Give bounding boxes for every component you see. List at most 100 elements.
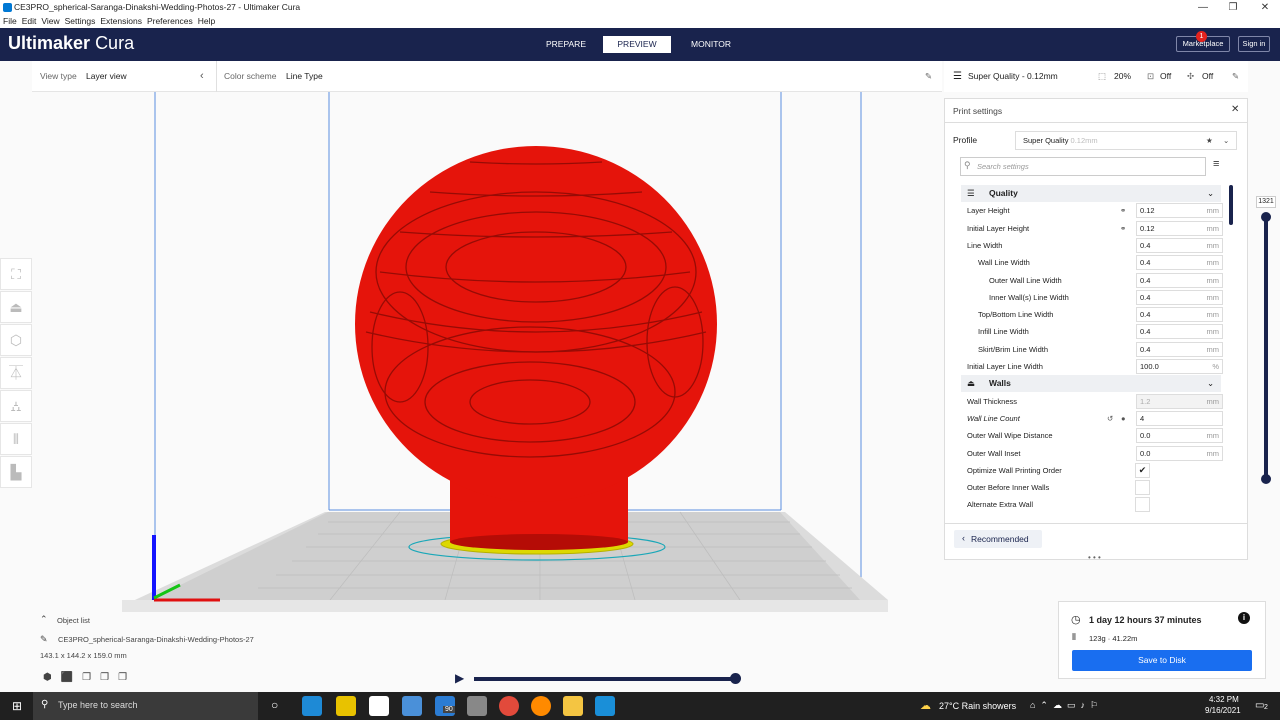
object-dimensions: 143.1 x 144.2 x 159.0 mm — [40, 651, 127, 660]
setting-row: Outer Wall Line Width 0.4 mm — [961, 272, 1236, 289]
file-explorer-icon[interactable] — [563, 696, 583, 716]
infill-view-tool-icon[interactable]: ⬡ — [0, 324, 32, 356]
cura-taskbar-icon[interactable] — [595, 696, 615, 716]
simulation-slider-handle[interactable] — [730, 673, 741, 684]
setting-value-input[interactable]: 100.0% — [1136, 359, 1223, 374]
pencil-icon[interactable]: ✎ — [40, 634, 48, 645]
collapse-chevron-icon[interactable]: ‹ — [200, 61, 204, 92]
setting-value-input[interactable]: 0.4 mm — [1136, 307, 1223, 323]
cura-app-icon — [3, 3, 12, 12]
store-icon[interactable] — [369, 696, 389, 716]
maximize-button[interactable]: ❐ — [1218, 0, 1248, 15]
setting-value-input[interactable]: 0.12 mm — [1136, 203, 1223, 219]
drag-handle-icon[interactable]: • • • — [1088, 553, 1101, 562]
menu-help[interactable]: Help — [198, 16, 215, 26]
play-icon[interactable]: ▶ — [455, 671, 464, 685]
color-scheme-dropdown[interactable]: Line Type — [286, 61, 323, 92]
setting-checkbox[interactable]: ✔ — [1135, 462, 1150, 478]
view-orientation-icons[interactable]: ⬢⬛❐❐❐ — [43, 672, 136, 683]
setting-value-input[interactable]: 0.4 mm — [1136, 341, 1223, 357]
layer-slider-bottom-handle[interactable] — [1261, 474, 1271, 484]
chevron-up-icon[interactable]: ⌃ — [40, 614, 48, 625]
object-name: CE3PRO_spherical-Saranga-Dinakshi-Weddin… — [58, 635, 254, 644]
setting-name: Infill Line Width — [978, 327, 1029, 337]
profile-dropdown[interactable]: Super Quality 0.12mm ★ ⌄ — [1015, 131, 1237, 150]
setting-value-input[interactable]: 0.0 mm — [1136, 445, 1223, 461]
weather-text[interactable]: 27°C Rain showers — [939, 701, 1016, 711]
category-walls[interactable]: ⏏ Walls ⌄ — [961, 375, 1221, 393]
clock-date[interactable]: 9/16/2021 — [1205, 706, 1241, 715]
menu-preferences[interactable]: Preferences — [147, 16, 193, 26]
menu-settings[interactable]: Settings — [65, 16, 96, 26]
view-options-bar: View type Layer view ‹ Color scheme Line… — [32, 61, 942, 92]
simulation-path-slider[interactable] — [474, 677, 736, 681]
cortana-icon[interactable]: ○ — [271, 698, 278, 712]
setting-name: Initial Layer Height — [967, 223, 1030, 233]
setting-value-input[interactable]: 0.0 mm — [1136, 428, 1223, 444]
clock-time[interactable]: 4:32 PM — [1209, 695, 1239, 704]
viewport-3d[interactable] — [0, 92, 944, 612]
layer-slider-track[interactable] — [1264, 216, 1268, 480]
search-settings-input[interactable]: Search settings — [960, 157, 1206, 176]
setting-checkbox[interactable] — [1135, 497, 1150, 513]
save-to-disk-button[interactable]: Save to Disk — [1072, 650, 1252, 671]
setting-name: Outer Wall Wipe Distance — [967, 431, 1053, 441]
category-quality[interactable]: ☰ Quality ⌄ — [961, 185, 1221, 202]
object-list-toggle[interactable]: Object list — [57, 616, 90, 625]
edit-pencil-icon[interactable]: ✎ — [1232, 61, 1239, 92]
menu-view[interactable]: View — [41, 16, 59, 26]
setting-row: Initial Layer Height ⚭ 0.12 mm — [961, 220, 1236, 237]
settings-list[interactable]: ☰ Quality ⌄ Layer Height ⚭ 0.12 mm Initial Laye… — [945, 185, 1245, 521]
quality-icon: ☰ — [967, 188, 975, 198]
layer-number-label[interactable]: 1321 — [1256, 196, 1276, 208]
close-window-button[interactable]: ✕ — [1250, 0, 1280, 15]
tab-monitor[interactable]: MONITOR — [680, 36, 742, 53]
norton-icon[interactable] — [336, 696, 356, 716]
minimize-button[interactable]: — — [1188, 0, 1218, 15]
setting-value-input[interactable]: 4 — [1136, 410, 1223, 426]
close-panel-icon[interactable]: ✕ — [1231, 104, 1239, 115]
support-view-tool-icon[interactable]: ⏄ — [0, 357, 32, 389]
system-tray-icons[interactable]: ⌂⌃☁▭♪⚐ — [1030, 700, 1103, 711]
setting-value-input[interactable]: 0.4 mm — [1136, 272, 1223, 288]
helpers-view-tool-icon[interactable]: ▙ — [0, 456, 32, 488]
tab-preview[interactable]: PREVIEW — [603, 36, 671, 53]
adhesion-view-tool-icon[interactable]: ⛼ — [0, 390, 32, 422]
tab-prepare[interactable]: PREPARE — [536, 36, 596, 53]
menu-file[interactable]: File — [3, 16, 17, 26]
windows-start-icon[interactable]: ⊞ — [12, 699, 22, 713]
setting-checkbox[interactable] — [1135, 480, 1150, 496]
edge-icon[interactable] — [302, 696, 322, 716]
settings-menu-icon[interactable]: ≡ — [1213, 158, 1219, 170]
setting-value-input[interactable]: 0.4 mm — [1136, 255, 1223, 271]
app-icon[interactable] — [467, 696, 487, 716]
menu-edit[interactable]: Edit — [22, 16, 37, 26]
setting-value-input[interactable]: 1.2 mm — [1136, 393, 1223, 409]
setting-value-input[interactable]: 0.4 mm — [1136, 237, 1223, 253]
taskbar-search-box[interactable]: ⚲ Type here to search — [33, 692, 258, 720]
chrome-icon[interactable] — [499, 696, 519, 716]
setting-value-input[interactable]: 0.4 mm — [1136, 289, 1223, 305]
info-icon[interactable]: i — [1238, 612, 1250, 624]
layer-slider-top-handle[interactable] — [1261, 212, 1271, 222]
menu-extensions[interactable]: Extensions — [100, 16, 142, 26]
chevron-down-icon: ⌄ — [1223, 136, 1230, 145]
photos-icon[interactable] — [402, 696, 422, 716]
pencil-icon[interactable]: ✎ — [925, 61, 932, 92]
setting-row: Outer Before Inner Walls — [961, 479, 1236, 496]
setting-name: Top/Bottom Line Width — [978, 310, 1054, 320]
view-type-dropdown[interactable]: Layer view — [86, 61, 127, 92]
setting-row: Line Width 0.4 mm — [961, 237, 1236, 254]
settings-scrollbar[interactable] — [1229, 185, 1233, 225]
layer-view-tool-icon[interactable]: ⛶ — [0, 258, 32, 290]
recommended-button[interactable]: Recommended — [954, 530, 1042, 548]
shell-view-tool-icon[interactable]: ⏏ — [0, 291, 32, 323]
setting-value-input[interactable]: 0.4 mm — [1136, 324, 1223, 340]
travel-view-tool-icon[interactable]: ⦀ — [0, 423, 32, 455]
firefox-icon[interactable] — [531, 696, 551, 716]
setting-value-input[interactable]: 0.12 mm — [1136, 220, 1223, 236]
setting-name: Outer Before Inner Walls — [967, 483, 1050, 493]
profile-label: Profile — [953, 135, 978, 145]
print-setup-summary[interactable]: ☰ Super Quality - 0.12mm ⬚ 20% ⊡ Off ✣ O… — [944, 61, 1248, 92]
sign-in-button[interactable]: Sign in — [1238, 36, 1270, 52]
